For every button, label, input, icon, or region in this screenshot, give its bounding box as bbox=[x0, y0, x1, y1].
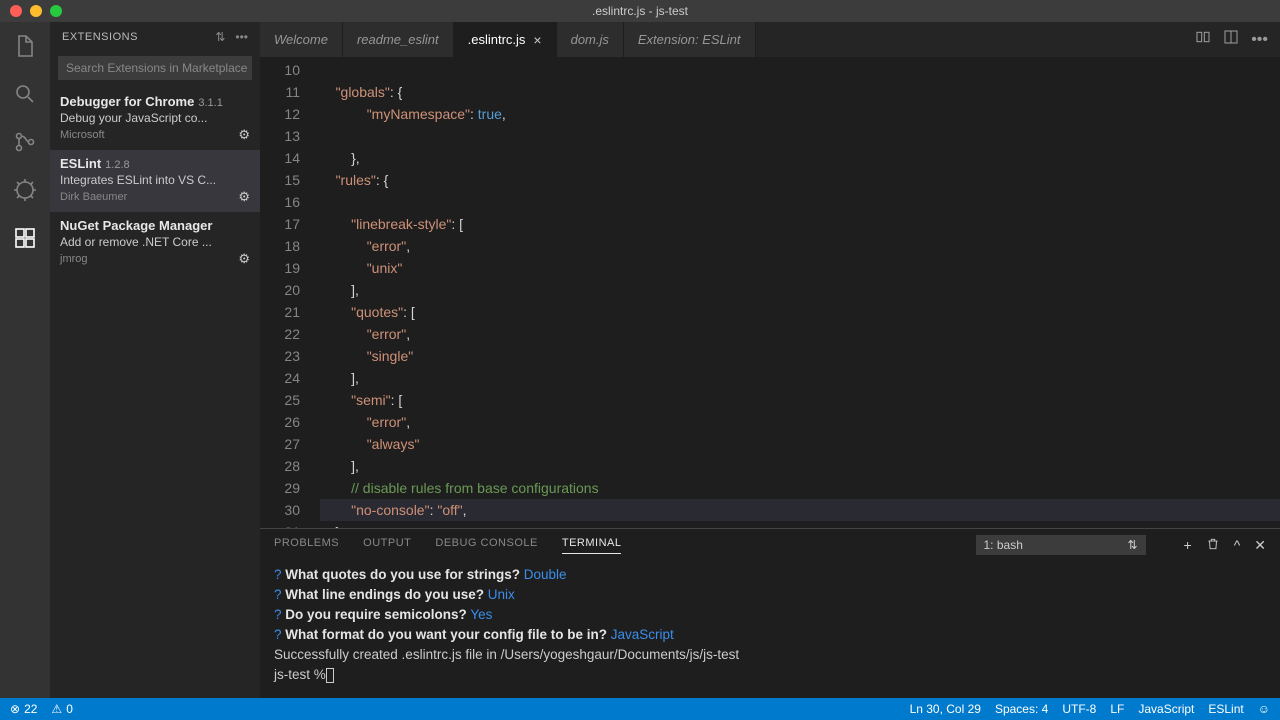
editor-tab[interactable]: readme_eslint bbox=[343, 22, 454, 57]
panel-tab[interactable]: TERMINAL bbox=[562, 537, 622, 554]
files-icon[interactable] bbox=[11, 32, 39, 60]
tab-label: dom.js bbox=[571, 32, 609, 47]
close-icon[interactable]: × bbox=[533, 33, 541, 47]
ext-name: Debugger for Chrome3.1.1 bbox=[60, 94, 250, 109]
terminal-content[interactable]: ? What quotes do you use for strings? Do… bbox=[260, 561, 1280, 698]
status-bar: ⊗ 22 ⚠ 0 Ln 30, Col 29 Spaces: 4 UTF-8 L… bbox=[0, 698, 1280, 720]
tab-label: readme_eslint bbox=[357, 32, 439, 47]
editor-tab[interactable]: .eslintrc.js × bbox=[454, 22, 557, 57]
status-cursor-position[interactable]: Ln 30, Col 29 bbox=[910, 702, 981, 716]
panel-tab[interactable]: OUTPUT bbox=[363, 537, 411, 554]
window-minimize-icon[interactable] bbox=[30, 5, 42, 17]
window-close-icon[interactable] bbox=[10, 5, 22, 17]
tab-label: .eslintrc.js bbox=[468, 32, 526, 47]
status-indentation[interactable]: Spaces: 4 bbox=[995, 702, 1048, 716]
gear-icon[interactable]: ⚙ bbox=[238, 189, 250, 205]
gear-icon[interactable]: ⚙ bbox=[238, 251, 250, 267]
ext-publisher: jmrog bbox=[60, 253, 88, 265]
panel-tab[interactable]: PROBLEMS bbox=[274, 537, 339, 554]
sidebar-title: EXTENSIONS bbox=[62, 31, 138, 43]
window-title: .eslintrc.js - js-test bbox=[592, 4, 688, 18]
ext-name: ESLint1.2.8 bbox=[60, 156, 250, 171]
window-maximize-icon[interactable] bbox=[50, 5, 62, 17]
ext-name: NuGet Package Manager bbox=[60, 218, 250, 233]
editor-tabs: Welcome readme_eslint .eslintrc.js × dom.js E… bbox=[260, 22, 1280, 57]
compare-icon[interactable] bbox=[1195, 29, 1211, 50]
extension-item[interactable]: ESLint1.2.8 Integrates ESLint into VS C.… bbox=[50, 150, 260, 212]
activity-bar bbox=[0, 22, 50, 698]
panel-close-icon[interactable]: ✕ bbox=[1254, 537, 1266, 554]
terminal-selector[interactable]: 1: bash⇅ bbox=[976, 535, 1146, 555]
editor-tab[interactable]: dom.js bbox=[557, 22, 624, 57]
more-actions-icon[interactable]: ••• bbox=[1251, 31, 1268, 49]
split-editor-icon[interactable] bbox=[1223, 29, 1239, 50]
extensions-search-input[interactable]: Search Extensions in Marketplace bbox=[58, 56, 252, 80]
tab-label: Welcome bbox=[274, 32, 328, 47]
search-icon[interactable] bbox=[11, 80, 39, 108]
editor-tab[interactable]: Extension: ESLint bbox=[624, 22, 756, 57]
status-warnings[interactable]: ⚠ 0 bbox=[51, 702, 72, 716]
titlebar: .eslintrc.js - js-test bbox=[0, 0, 1280, 22]
panel-tab[interactable]: DEBUG CONSOLE bbox=[435, 537, 537, 554]
code-editor[interactable]: 1011121314151617181920212223242526272829… bbox=[260, 57, 1280, 528]
ext-description: Add or remove .NET Core ... bbox=[60, 235, 250, 249]
extension-item[interactable]: NuGet Package Manager Add or remove .NET… bbox=[50, 212, 260, 274]
ext-publisher: Dirk Baeumer bbox=[60, 191, 127, 203]
extension-item[interactable]: Debugger for Chrome3.1.1 Debug your Java… bbox=[50, 88, 260, 150]
editor-tab[interactable]: Welcome bbox=[260, 22, 343, 57]
chevron-updown-icon: ⇅ bbox=[1127, 538, 1137, 552]
panel-maximize-icon[interactable]: ^ bbox=[1234, 537, 1241, 554]
source-control-icon[interactable] bbox=[11, 128, 39, 156]
more-icon[interactable]: ••• bbox=[235, 30, 248, 44]
tab-label: Extension: ESLint bbox=[638, 32, 741, 47]
status-feedback-icon[interactable]: ☺ bbox=[1258, 702, 1270, 716]
ext-description: Integrates ESLint into VS C... bbox=[60, 173, 250, 187]
status-errors[interactable]: ⊗ 22 bbox=[10, 702, 37, 716]
status-encoding[interactable]: UTF-8 bbox=[1062, 702, 1096, 716]
bottom-panel: PROBLEMS OUTPUT DEBUG CONSOLE TERMINAL 1: b… bbox=[260, 528, 1280, 698]
sidebar: EXTENSIONS ⇅ ••• Search Extensions in Ma… bbox=[50, 22, 260, 698]
ext-publisher: Microsoft bbox=[60, 129, 105, 141]
gear-icon[interactable]: ⚙ bbox=[238, 127, 250, 143]
extensions-icon[interactable] bbox=[11, 224, 39, 252]
kill-terminal-icon[interactable] bbox=[1206, 537, 1220, 554]
status-eol[interactable]: LF bbox=[1110, 702, 1124, 716]
new-terminal-icon[interactable]: + bbox=[1184, 537, 1192, 554]
status-language[interactable]: JavaScript bbox=[1138, 702, 1194, 716]
debug-icon[interactable] bbox=[11, 176, 39, 204]
status-eslint[interactable]: ESLint bbox=[1208, 702, 1243, 716]
filter-icon[interactable]: ⇅ bbox=[215, 30, 225, 44]
ext-description: Debug your JavaScript co... bbox=[60, 111, 250, 125]
